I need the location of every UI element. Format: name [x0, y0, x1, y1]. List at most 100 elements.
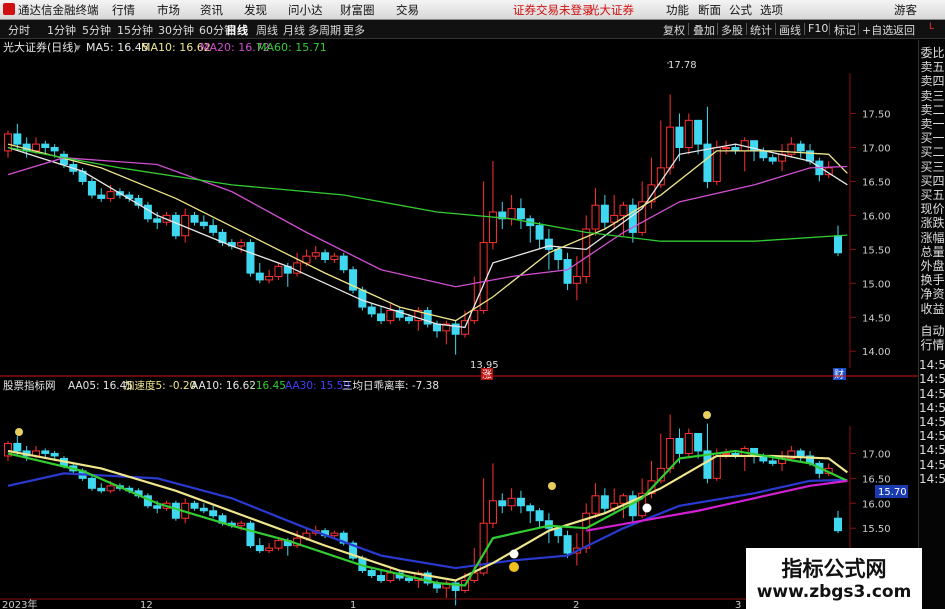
candle-up[interactable] — [479, 242, 488, 311]
panel-item[interactable]: 行情 — [919, 338, 945, 352]
candle-down[interactable] — [367, 306, 376, 315]
login-notice[interactable]: 证券交易未登录 — [513, 2, 594, 18]
period-tab-30min[interactable]: 30分钟 — [158, 22, 194, 38]
panel-item[interactable]: 买五 — [919, 188, 945, 202]
panel-item[interactable]: 卖五 — [919, 60, 945, 74]
tool-mark[interactable]: 标记 — [834, 22, 856, 38]
candle-down[interactable] — [675, 126, 684, 149]
candle-up[interactable] — [265, 276, 274, 281]
candle-down[interactable] — [768, 157, 777, 162]
candle-up[interactable] — [330, 532, 339, 537]
candle-down[interactable] — [199, 221, 208, 227]
candle-up[interactable] — [488, 500, 497, 524]
candle-down[interactable] — [759, 150, 768, 159]
candle-down[interactable] — [87, 180, 96, 196]
candle-up[interactable] — [106, 191, 115, 199]
tool-statistics[interactable]: 统计 — [750, 22, 772, 38]
candle-down[interactable] — [50, 452, 59, 457]
candle-down[interactable] — [153, 505, 162, 509]
candle-down[interactable] — [190, 502, 199, 509]
tool-restore-rights[interactable]: 复权 — [663, 22, 685, 38]
candle-down[interactable] — [97, 194, 106, 199]
candle-up[interactable] — [507, 497, 516, 507]
candle-down[interactable] — [367, 570, 376, 577]
candle-up[interactable] — [619, 204, 628, 216]
period-tab-multi[interactable]: 多周期 — [308, 22, 341, 38]
candle-up[interactable] — [666, 126, 675, 169]
period-tab-1min[interactable]: 1分钟 — [47, 22, 76, 38]
candle-up[interactable] — [31, 143, 40, 152]
panel-item[interactable]: 买一 — [919, 131, 945, 145]
panel-item[interactable]: 现价 — [919, 202, 945, 216]
menu-item-ask[interactable]: 问小达 — [288, 2, 323, 18]
candle-up[interactable] — [684, 433, 693, 454]
panel-item[interactable]: 涨跌 — [919, 216, 945, 230]
candle-down[interactable] — [796, 450, 805, 457]
candle-down[interactable] — [209, 225, 218, 233]
menu-item-trade[interactable]: 交易 — [396, 2, 419, 18]
candle-down[interactable] — [405, 316, 414, 322]
menu-item-news[interactable]: 资讯 — [200, 2, 223, 18]
panel-item[interactable]: 买四 — [919, 174, 945, 188]
panel-item[interactable]: 买三 — [919, 160, 945, 174]
period-tab-15min[interactable]: 15分钟 — [117, 22, 153, 38]
candle-down[interactable] — [13, 133, 22, 145]
candle-up[interactable] — [330, 255, 339, 261]
candle-down[interactable] — [209, 510, 218, 517]
period-tab-intraday[interactable]: 分时 — [8, 22, 30, 38]
panel-item[interactable]: 总量 — [919, 245, 945, 259]
candle-down[interactable] — [321, 252, 330, 261]
panel-item[interactable]: 涨幅 — [919, 231, 945, 245]
candle-up[interactable] — [507, 208, 516, 220]
candle-up[interactable] — [106, 485, 115, 492]
candle-up[interactable] — [386, 572, 395, 582]
menu-item-formula[interactable]: 公式 — [729, 2, 752, 18]
period-tab-monthly[interactable]: 月线 — [283, 22, 305, 38]
panel-item[interactable]: 自动 — [919, 324, 945, 338]
candle-down[interactable] — [768, 460, 777, 464]
candle-up[interactable] — [722, 147, 731, 150]
candle-up[interactable] — [572, 276, 581, 284]
kline-chart[interactable]: 光大证券(日线) ▾ MA5: 16.45 MA10: 16.62 MA20: … — [0, 38, 918, 609]
panel-item[interactable]: 买二 — [919, 145, 945, 159]
candle-down[interactable] — [498, 500, 507, 507]
candle-down[interactable] — [190, 214, 199, 223]
candle-down[interactable] — [171, 214, 180, 237]
candle-down[interactable] — [516, 497, 525, 507]
candle-up[interactable] — [311, 252, 320, 257]
guest-label[interactable]: 游客 — [894, 2, 917, 18]
candle-down[interactable] — [255, 272, 264, 281]
candle-up[interactable] — [265, 547, 274, 552]
candle-down[interactable] — [339, 255, 348, 271]
candle-up[interactable] — [591, 204, 600, 230]
candle-up[interactable] — [237, 242, 246, 247]
tool-f10[interactable]: F10 — [808, 22, 828, 35]
candle-down[interactable] — [694, 119, 703, 145]
candle-down[interactable] — [13, 442, 22, 452]
panel-item[interactable]: 换手 — [919, 273, 945, 287]
candle-down[interactable] — [694, 433, 703, 452]
candle-up[interactable] — [237, 522, 246, 527]
candle-up[interactable] — [386, 309, 395, 322]
panel-item[interactable]: 委比 — [919, 46, 945, 60]
candle-down[interactable] — [377, 313, 386, 322]
candle-down[interactable] — [600, 204, 609, 223]
candle-down[interactable] — [246, 242, 255, 274]
candle-down[interactable] — [405, 577, 414, 582]
candle-up[interactable] — [619, 495, 628, 504]
candle-down[interactable] — [377, 575, 386, 582]
candle-up[interactable] — [274, 265, 283, 278]
menu-item-market[interactable]: 市场 — [157, 2, 180, 18]
menu-item-function[interactable]: 功能 — [666, 2, 689, 18]
candle-down[interactable] — [199, 507, 208, 512]
panel-item[interactable]: 卖一 — [919, 117, 945, 131]
tool-back[interactable]: 返回 — [893, 22, 915, 38]
panel-item[interactable]: 收益 — [919, 302, 945, 316]
candle-down[interactable] — [563, 259, 572, 284]
menu-item-section[interactable]: 断面 — [698, 2, 721, 18]
candle-down[interactable] — [41, 450, 50, 454]
candle-down[interactable] — [535, 510, 544, 522]
panel-item[interactable]: 外盘 — [919, 259, 945, 273]
period-tab-weekly[interactable]: 周线 — [256, 22, 278, 38]
candle-down[interactable] — [255, 545, 264, 552]
